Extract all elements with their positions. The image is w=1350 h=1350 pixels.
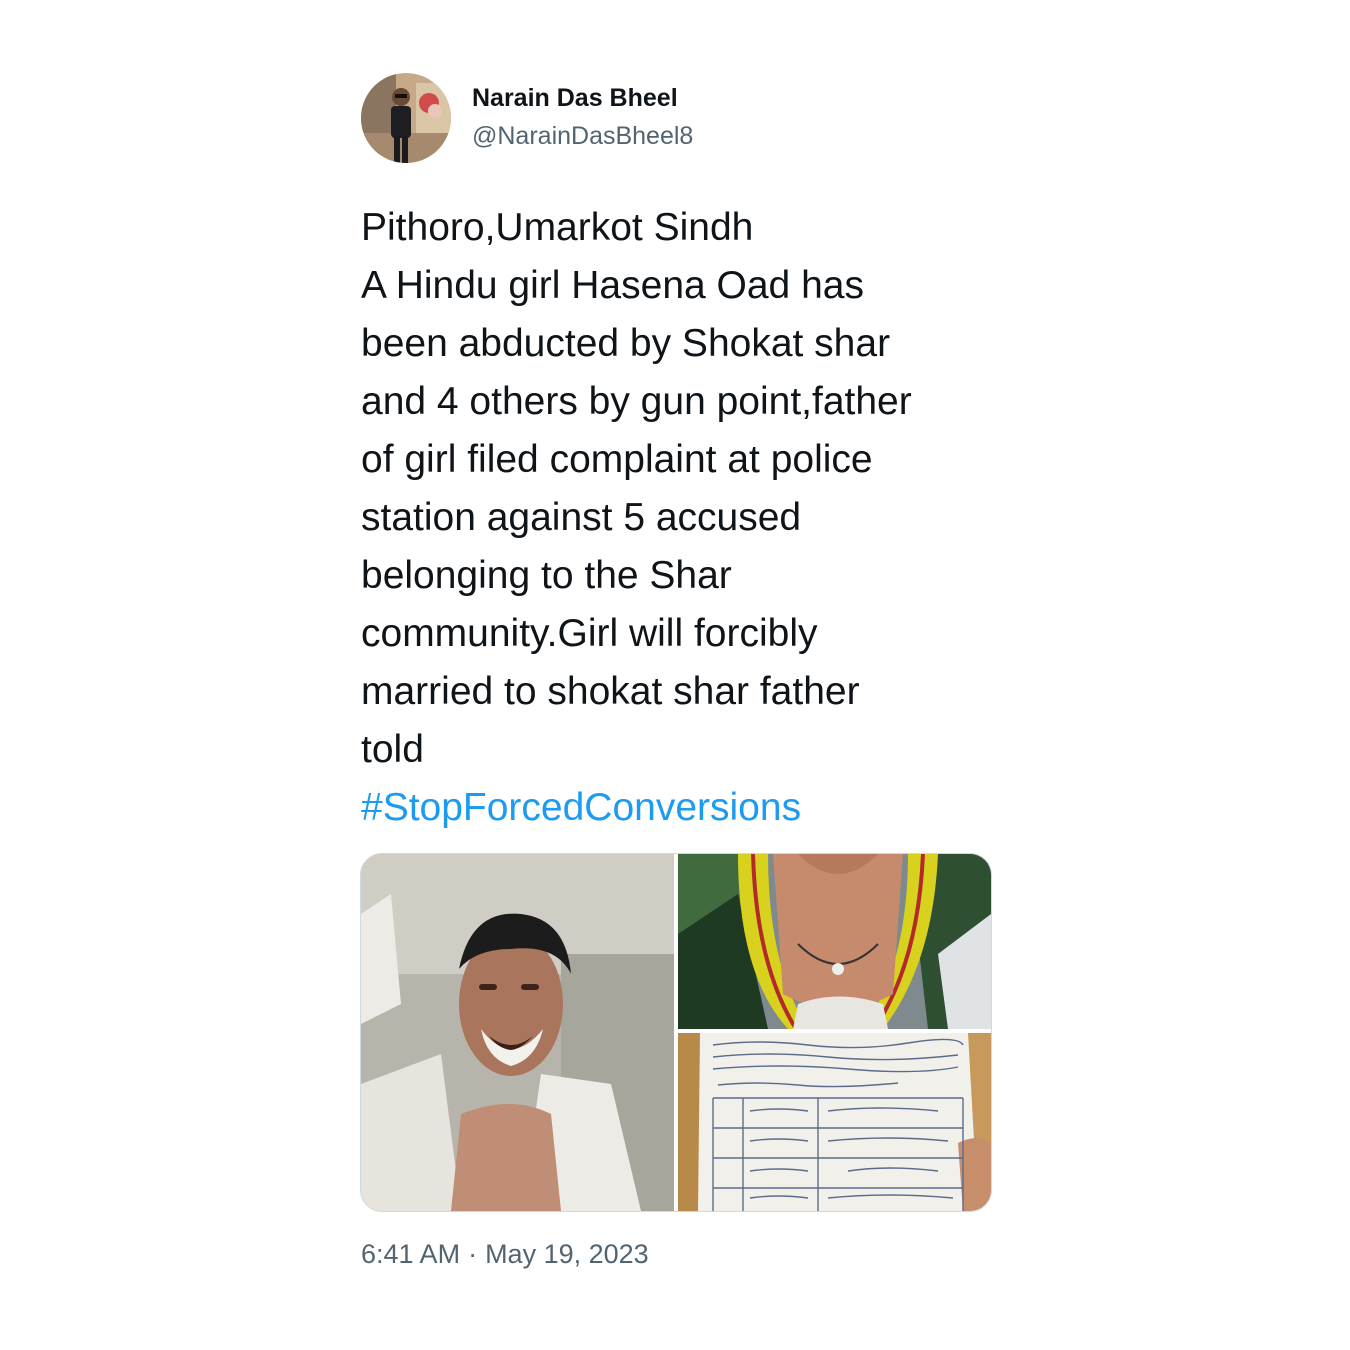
tweet-date[interactable]: May 19, 2023	[485, 1239, 649, 1269]
tweet-text-line: community.Girl will forcibly	[361, 612, 818, 655]
tweet-text-line: and 4 others by gun point,father	[361, 380, 912, 423]
photo-document[interactable]	[678, 1033, 991, 1211]
tweet-text-line: station against 5 accused	[361, 496, 802, 539]
tweet-text-line: married to shokat shar father	[361, 670, 860, 713]
timestamp-separator: ·	[468, 1239, 478, 1269]
tweet-text-line: Pithoro,Umarkot Sindh	[361, 206, 754, 249]
photo-girl[interactable]	[678, 854, 991, 1029]
avatar[interactable]	[361, 73, 451, 163]
tweet-text: Pithoro,Umarkot Sindh A Hindu girl Hasen…	[361, 199, 1001, 837]
tweet-timestamp: 6:41 AM · May 19, 2023	[361, 1239, 649, 1270]
tweet-text-line: been abducted by Shokat shar	[361, 322, 891, 365]
hashtag-link[interactable]: #StopForcedConversions	[361, 779, 1001, 837]
tweet-card: Narain Das Bheel @NarainDasBheel8 Pithor…	[0, 0, 1350, 1350]
tweet-text-line: A Hindu girl Hasena Oad has	[361, 264, 864, 307]
tweet-text-line: belonging to the Shar	[361, 554, 732, 597]
tweet-text-line: of girl filed complaint at police	[361, 438, 873, 481]
author-display-name[interactable]: Narain Das Bheel	[472, 84, 678, 113]
media-grid	[360, 853, 992, 1212]
photo-man[interactable]	[361, 854, 674, 1211]
tweet-text-line: told	[361, 728, 424, 771]
author-handle[interactable]: @NarainDasBheel8	[472, 122, 693, 151]
tweet-time[interactable]: 6:41 AM	[361, 1239, 460, 1269]
